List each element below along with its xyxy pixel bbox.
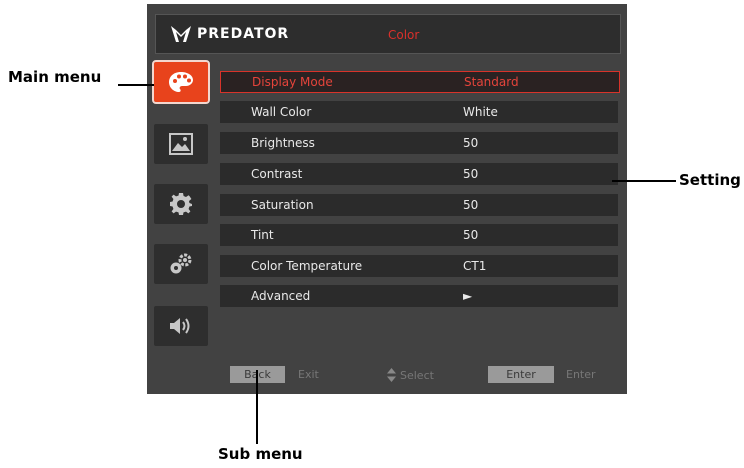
main-menu-audio[interactable]: [154, 306, 208, 346]
main-menu-picture[interactable]: [154, 124, 208, 164]
callout-line-setting: [612, 180, 676, 182]
palette-icon: [169, 72, 193, 92]
main-menu-settings[interactable]: [154, 184, 208, 224]
menu-title: Color: [388, 28, 420, 42]
callout-setting: Setting: [679, 171, 741, 189]
up-down-arrow-icon: [387, 368, 396, 382]
predator-emblem-icon: [171, 26, 191, 42]
gear-icon: [170, 193, 192, 215]
callout-main-menu: Main menu: [8, 68, 102, 86]
enter-action-label: Enter: [566, 368, 596, 381]
back-action-label: Exit: [298, 368, 319, 381]
gear-settings-icon: [170, 253, 192, 274]
select-action-label: Select: [387, 368, 434, 382]
setting-row-advanced[interactable]: Advanced ►: [220, 285, 618, 307]
picture-icon: [169, 133, 193, 155]
predator-logo: PREDATOR: [170, 24, 289, 44]
setting-row-display-mode[interactable]: Display Mode Standard: [220, 71, 620, 93]
setting-row-contrast[interactable]: Contrast 50: [220, 163, 618, 185]
brand-name: PREDATOR: [197, 26, 290, 42]
osd-header: PREDATOR Color: [155, 14, 621, 54]
enter-button[interactable]: Enter: [488, 366, 554, 383]
callout-line-main-menu: [118, 84, 154, 86]
setting-row-tint[interactable]: Tint 50: [220, 224, 618, 246]
callout-sub-menu: Sub menu: [218, 445, 303, 463]
setting-row-brightness[interactable]: Brightness 50: [220, 132, 618, 154]
callout-line-sub-menu: [256, 370, 258, 444]
setting-row-wall-color[interactable]: Wall Color White: [220, 101, 618, 123]
setting-row-saturation[interactable]: Saturation 50: [220, 194, 618, 216]
speaker-icon: [170, 318, 190, 334]
osd-panel: PREDATOR Color Display Mode Standard Wal…: [147, 4, 627, 394]
main-menu-system[interactable]: [154, 244, 208, 284]
setting-row-color-temperature[interactable]: Color Temperature CT1: [220, 255, 618, 277]
main-menu-color[interactable]: [152, 60, 210, 104]
